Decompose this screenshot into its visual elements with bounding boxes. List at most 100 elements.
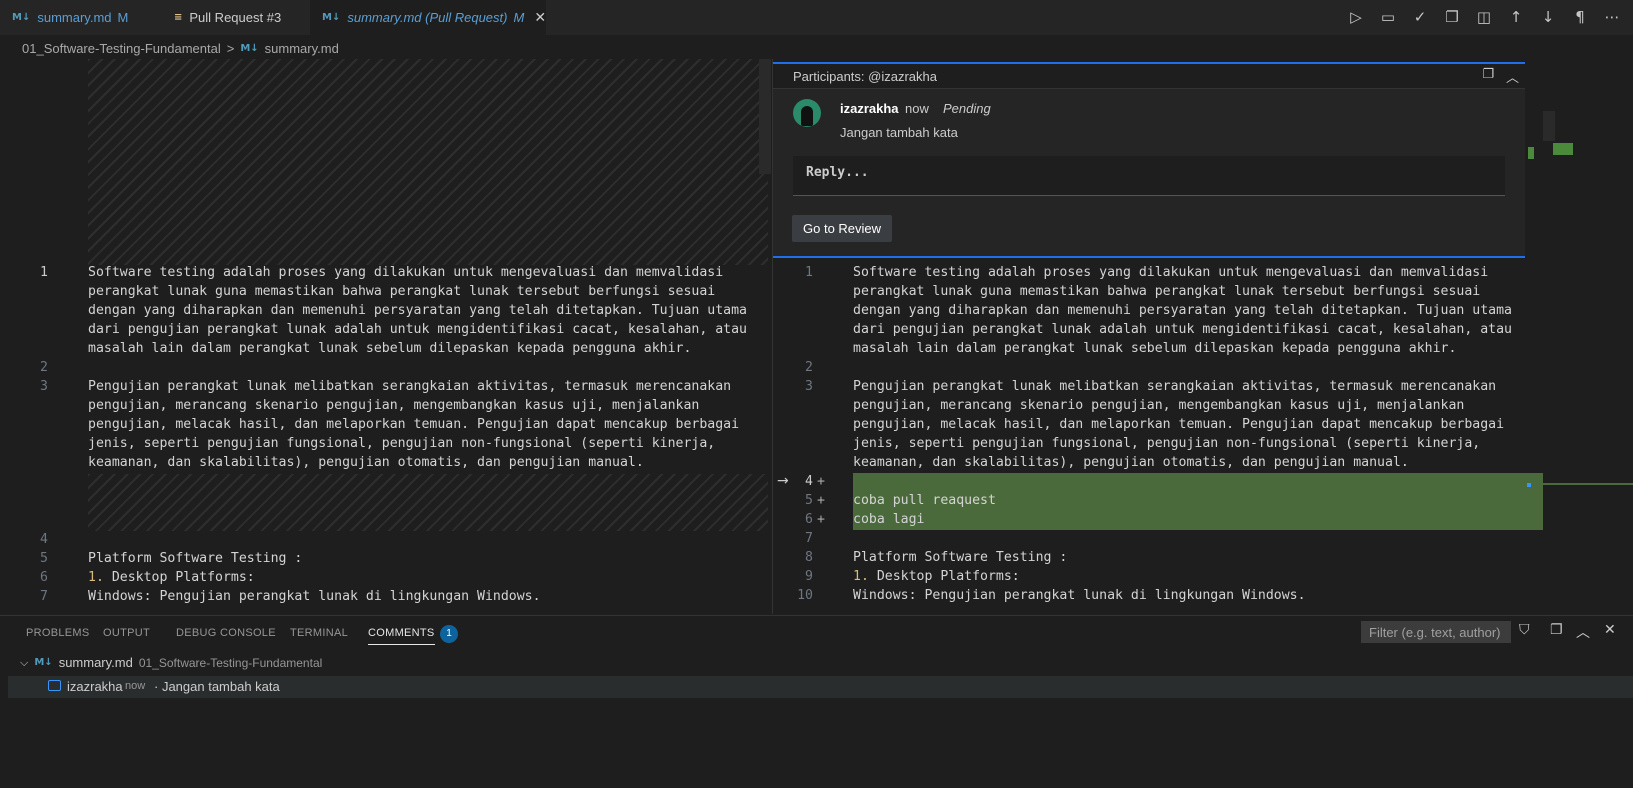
split-icon[interactable]: ◫	[1473, 6, 1495, 28]
chevron-up-icon[interactable]: ︿	[1506, 67, 1519, 86]
reply-input[interactable]: Reply...	[793, 156, 1505, 196]
minimap-change-marker	[1528, 147, 1534, 159]
breadcrumb-folder[interactable]: 01_Software-Testing-Fundamental	[22, 41, 221, 56]
code-text: Windows: Pengujian perangkat lunak di li…	[88, 589, 541, 604]
tab-output[interactable]: OUTPUT	[103, 627, 150, 639]
code-line[interactable]: pengujian, melacak hasil, dan melaporkan…	[8, 415, 772, 434]
run-icon[interactable]: ▷	[1345, 6, 1367, 28]
check-icon[interactable]: ✓	[1409, 6, 1431, 28]
code-line[interactable]: 2	[8, 358, 772, 377]
minimap-comment-marker	[1527, 483, 1531, 487]
code-line[interactable]: pengujian, merancang skenario pengujian,…	[773, 396, 1543, 415]
tab-problems[interactable]: PROBLEMS	[26, 627, 90, 639]
code-line[interactable]: 2	[773, 358, 1543, 377]
code-line[interactable]: dengan yang diharapkan dan memenuhi pers…	[8, 301, 772, 320]
code-line[interactable]: 7 Windows: Pengujian perangkat lunak di l…	[8, 587, 772, 606]
code-line[interactable]: 7	[773, 529, 1543, 548]
code-text: 1. Desktop Platforms:	[88, 570, 255, 585]
comment-icon[interactable]: ▭	[1377, 6, 1399, 28]
line-number: 6	[805, 512, 813, 527]
tree-file-name: summary.md	[58, 655, 133, 670]
code-line[interactable]: keamanan, dan skalabilitas), pengujian o…	[773, 453, 1543, 472]
tree-comment-text: · Jangan tambah kata	[154, 679, 280, 694]
code-text: pengujian, melacak hasil, dan melaporkan…	[853, 417, 1505, 432]
open-file-icon[interactable]: ❐	[1441, 6, 1463, 28]
more-icon[interactable]: ⋯	[1601, 6, 1623, 28]
code-line[interactable]: masalah lain dalam perangkat lunak sebel…	[8, 339, 772, 358]
comments-tree-item[interactable]: izazrakha now · Jangan tambah kata	[8, 676, 1633, 698]
tab-pull-request[interactable]: ≡ Pull Request #3	[158, 0, 310, 35]
code-line[interactable]: masalah lain dalam perangkat lunak sebel…	[773, 339, 1543, 358]
arrow-down-icon[interactable]: ↓	[1537, 6, 1559, 28]
code-line[interactable]: 1 Software testing adalah proses yang dil…	[773, 263, 1543, 282]
collapse-all-icon[interactable]: ❐	[1550, 622, 1563, 638]
comment-thread-widget: Participants: @izazrakha ❐ ︿ izazrakha n…	[773, 62, 1525, 258]
tree-file-path: 01_Software-Testing-Fundamental	[138, 655, 323, 670]
bottom-panel: PROBLEMS OUTPUT DEBUG CONSOLE TERMINAL C…	[0, 615, 1633, 788]
code-line[interactable]: dari pengujian perangkat lunak adalah un…	[773, 320, 1543, 339]
modified-badge: M	[117, 10, 129, 25]
arrow-up-icon[interactable]: ↑	[1505, 6, 1527, 28]
code-text: Platform Software Testing :	[853, 550, 1068, 565]
code-line[interactable]: 6 + coba lagi	[773, 510, 1543, 529]
current-comment-arrow-icon[interactable]: →	[777, 473, 789, 489]
tab-debug-console[interactable]: DEBUG CONSOLE	[176, 627, 276, 639]
maximize-panel-icon[interactable]: ︿	[1576, 622, 1590, 642]
code-text: pengujian, merancang skenario pengujian,…	[88, 398, 700, 413]
line-number: 6	[40, 570, 48, 585]
code-line[interactable]: jenis, seperti pengujian fungsional, pen…	[8, 434, 772, 453]
code-line[interactable]: keamanan, dan skalabilitas), pengujian o…	[8, 453, 772, 472]
code-line[interactable]: perangkat lunak guna memastikan bahwa pe…	[8, 282, 772, 301]
code-line[interactable]: 3 Pengujian perangkat lunak melibatkan se…	[773, 377, 1543, 396]
chevron-right-icon: >	[226, 40, 235, 56]
tab-summary-md[interactable]: M↓ summary.md M	[0, 0, 158, 35]
breadcrumb: 01_Software-Testing-Fundamental > M↓ sum…	[22, 37, 339, 59]
close-panel-icon[interactable]: ✕	[1604, 622, 1616, 638]
minimap[interactable]	[1527, 59, 1633, 614]
code-text: jenis, seperti pengujian fungsional, pen…	[853, 436, 1481, 451]
code-line[interactable]: 4 +	[773, 472, 1543, 491]
code-line[interactable]: 8 Platform Software Testing :	[773, 548, 1543, 567]
list-number: 1.	[88, 570, 104, 585]
chevron-down-icon[interactable]: ⌵	[20, 656, 28, 670]
code-text: jenis, seperti pengujian fungsional, pen…	[88, 436, 716, 451]
code-text: dari pengujian perangkat lunak adalah un…	[88, 322, 747, 337]
code-line[interactable]: 1 Software testing adalah proses yang dil…	[8, 263, 772, 282]
filter-icon[interactable]: ⛉	[1519, 622, 1530, 638]
filter-input[interactable]	[1361, 621, 1511, 643]
collapse-all-icon[interactable]: ❐	[1482, 67, 1494, 86]
scrollbar[interactable]	[759, 59, 771, 174]
close-icon[interactable]: ✕	[534, 9, 546, 26]
code-text: Platform Software Testing :	[88, 551, 303, 566]
code-line[interactable]: pengujian, melacak hasil, dan melaporkan…	[773, 415, 1543, 434]
code-line[interactable]: 3 Pengujian perangkat lunak melibatkan se…	[8, 377, 772, 396]
code-line[interactable]: 4	[8, 530, 772, 549]
breadcrumb-file[interactable]: summary.md	[265, 41, 339, 56]
pull-request-icon: ≡	[174, 12, 183, 23]
tab-summary-md-pull-request[interactable]: M↓ summary.md (Pull Request) M ✕	[310, 0, 546, 35]
code-line[interactable]: 5 Platform Software Testing :	[8, 549, 772, 568]
code-text: pengujian, melacak hasil, dan melaporkan…	[88, 417, 740, 432]
code-text: Software testing adalah proses yang dila…	[88, 265, 724, 280]
tab-terminal[interactable]: TERMINAL	[290, 627, 348, 639]
line-number: 1	[40, 265, 48, 280]
code-line[interactable]: dari pengujian perangkat lunak adalah un…	[8, 320, 772, 339]
code-text: perangkat lunak guna memastikan bahwa pe…	[853, 284, 1481, 299]
tab-label: summary.md	[37, 10, 112, 25]
code-line[interactable]: 6 1. Desktop Platforms:	[8, 568, 772, 587]
go-to-review-button[interactable]: Go to Review	[792, 215, 893, 242]
minimap-slider[interactable]	[1543, 111, 1555, 141]
code-line[interactable]: 5 + coba pull reaquest	[773, 491, 1543, 510]
code-line[interactable]: pengujian, merancang skenario pengujian,…	[8, 396, 772, 415]
code-line[interactable]: perangkat lunak guna memastikan bahwa pe…	[773, 282, 1543, 301]
pilcrow-icon[interactable]: ¶	[1569, 6, 1591, 28]
diff-original-pane[interactable]: 1 Software testing adalah proses yang dil…	[8, 59, 772, 614]
comment-header-actions: ❐ ︿	[1482, 67, 1519, 86]
comments-tree-file[interactable]: ⌵ M↓ summary.md 01_Software-Testing-Fund…	[20, 655, 322, 670]
code-line[interactable]: dengan yang diharapkan dan memenuhi pers…	[773, 301, 1543, 320]
tab-comments[interactable]: COMMENTS	[368, 627, 435, 645]
code-line[interactable]: 9 1. Desktop Platforms:	[773, 567, 1543, 586]
code-line[interactable]: jenis, seperti pengujian fungsional, pen…	[773, 434, 1543, 453]
code-line[interactable]: 10 Windows: Pengujian perangkat lunak di …	[773, 586, 1543, 605]
line-number: 3	[805, 379, 813, 394]
